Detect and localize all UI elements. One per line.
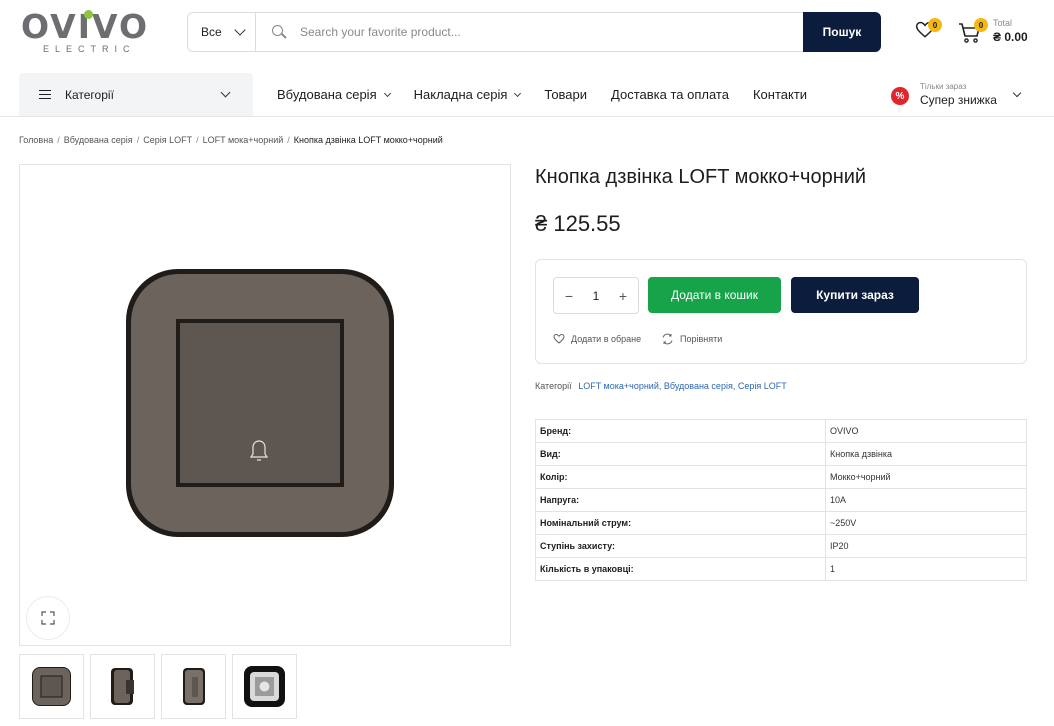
discount-icon: %	[891, 87, 909, 105]
spec-key: Напруга:	[535, 488, 826, 512]
add-to-cart-button[interactable]: Додати в кошик	[648, 277, 781, 313]
nav-divider	[0, 116, 1054, 117]
thumbnail-image	[32, 667, 71, 706]
specs-table: Бренд: OVIVO Вид: Кнопка дзвінка Колір: Мокко…	[535, 419, 1027, 581]
nav-item-products[interactable]: Товари	[544, 87, 587, 102]
cart-total-label: Total	[993, 18, 1013, 28]
thumbnail[interactable]	[232, 654, 297, 719]
wishlist-count-badge: 0	[928, 18, 942, 32]
categories-label: Категорії	[65, 87, 114, 102]
spec-key: Номінальний струм:	[535, 511, 826, 535]
cart-button[interactable]: 0	[958, 18, 988, 44]
spec-value: 10A	[825, 488, 1027, 512]
spec-value: 1	[825, 557, 1027, 581]
spec-value: OVIVO	[825, 419, 1027, 443]
wishlist-button[interactable]: 0	[915, 18, 942, 42]
product-price: ₴ 125.55	[535, 211, 621, 236]
specs-row: Номінальний струм: ~250V	[535, 511, 1027, 535]
spec-key: Колір:	[535, 465, 826, 489]
chevron-down-icon	[234, 24, 246, 36]
categories-meta-label: Категорії	[535, 381, 572, 391]
nav-item-label: Накладна серія	[413, 87, 508, 102]
nav-item-label: Вбудована серія	[277, 87, 377, 102]
breadcrumb-link[interactable]: Вбудована серія	[64, 135, 133, 145]
quantity-stepper[interactable]: − 1 +	[553, 277, 639, 314]
nav-item-delivery[interactable]: Доставка та оплата	[611, 87, 729, 102]
specs-row: Колір: Мокко+чорний	[535, 465, 1027, 489]
increase-quantity-button[interactable]: +	[618, 288, 628, 304]
buy-now-button[interactable]: Купити зараз	[791, 277, 919, 313]
spec-key: Ступінь захисту:	[535, 534, 826, 558]
nav-item-label: Доставка та оплата	[611, 87, 729, 102]
specs-row: Ступінь захисту: IP20	[535, 534, 1027, 558]
thumbnail[interactable]	[19, 654, 84, 719]
specs-row: Напруга: 10A	[535, 488, 1027, 512]
cart-count-badge: 0	[974, 18, 988, 32]
chevron-down-icon	[514, 89, 522, 97]
promo-caption: Тільки зараз	[920, 82, 967, 91]
menu-icon	[39, 89, 51, 100]
heart-icon	[553, 333, 565, 344]
specs-row: Вид: Кнопка дзвінка	[535, 442, 1027, 466]
logo-dot	[84, 10, 93, 19]
breadcrumb-link[interactable]: LOFT мока+чорний	[203, 135, 284, 145]
categories-meta-links[interactable]: LOFT мока+чорний, Вбудована серія, Серія…	[578, 381, 787, 391]
breadcrumb-link[interactable]: Головна	[19, 135, 53, 145]
thumbnail-image	[111, 668, 134, 705]
breadcrumb-current: Кнопка дзвінка LOFT мокко+чорний	[293, 135, 443, 145]
nav-item-label: Контакти	[752, 87, 808, 102]
spec-key: Бренд:	[535, 419, 826, 443]
expand-icon	[41, 611, 55, 625]
product-categories: Категорії LOFT мока+чорний, Вбудована се…	[535, 381, 787, 391]
purchase-box: − 1 + Додати в кошик Купити зараз Додати…	[535, 259, 1027, 364]
spec-key: Кількість в упаковці:	[535, 557, 826, 581]
compare-icon	[662, 333, 673, 345]
product-title: Кнопка дзвінка LOFT мокко+чорний	[535, 166, 867, 188]
thumbnail[interactable]	[90, 654, 155, 719]
quantity-value[interactable]: 1	[593, 289, 600, 303]
promo-dropdown[interactable]: % Тільки зараз Супер знижка	[891, 82, 1026, 108]
search-icon	[272, 25, 287, 39]
nav-item-contacts[interactable]: Контакти	[753, 87, 807, 102]
nav-item-label: Товари	[544, 87, 588, 102]
specs-row: Бренд: OVIVO	[535, 419, 1027, 443]
breadcrumb-link[interactable]: Серія LOFT	[143, 135, 192, 145]
compare-link[interactable]: Порівняти	[661, 333, 722, 345]
categories-menu-button[interactable]: Категорії	[19, 73, 253, 116]
spec-value: Кнопка дзвінка	[825, 442, 1027, 466]
main-nav: Вбудована серія Накладна серія Товари До…	[277, 87, 831, 102]
thumbnail-strip	[19, 654, 303, 719]
decrease-quantity-button[interactable]: −	[564, 288, 574, 304]
cart-total[interactable]: ₴ 0.00	[993, 30, 1028, 44]
search-category-label: Все	[201, 25, 222, 39]
thumbnail-image	[244, 666, 285, 707]
chevron-down-icon	[220, 87, 231, 98]
spec-value: IP20	[825, 534, 1027, 558]
chevron-down-icon	[1012, 88, 1022, 98]
search-bar: Все Пошук	[187, 12, 881, 52]
spec-value: Мокко+чорний	[825, 465, 1027, 489]
thumbnail-image	[183, 668, 205, 705]
promo-title: Супер знижка	[920, 93, 997, 107]
compare-link-label: Порівняти	[680, 334, 723, 344]
search-input[interactable]	[300, 25, 803, 39]
nav-item-builtin-series[interactable]: Вбудована серія	[277, 87, 391, 102]
thumbnail[interactable]	[161, 654, 226, 719]
add-to-wishlist-link[interactable]: Додати в обране	[553, 333, 641, 345]
specs-row: Кількість в упаковці: 1	[535, 557, 1027, 581]
search-category-select[interactable]: Все	[188, 13, 256, 51]
logo[interactable]: OVIVO ELECTRIC	[21, 10, 156, 58]
search-button[interactable]: Пошук	[803, 12, 881, 52]
spec-key: Вид:	[535, 442, 826, 466]
spec-value: ~250V	[825, 511, 1027, 535]
nav-item-surface-series[interactable]: Накладна серія	[413, 87, 522, 102]
product-image	[126, 269, 394, 537]
product-gallery[interactable]	[19, 164, 511, 646]
wishlist-link-label: Додати в обране	[571, 334, 642, 344]
chevron-down-icon	[383, 89, 391, 97]
zoom-button[interactable]	[27, 597, 69, 639]
breadcrumb: Головна / Вбудована серія / Серія LOFT / LO…	[19, 135, 443, 145]
